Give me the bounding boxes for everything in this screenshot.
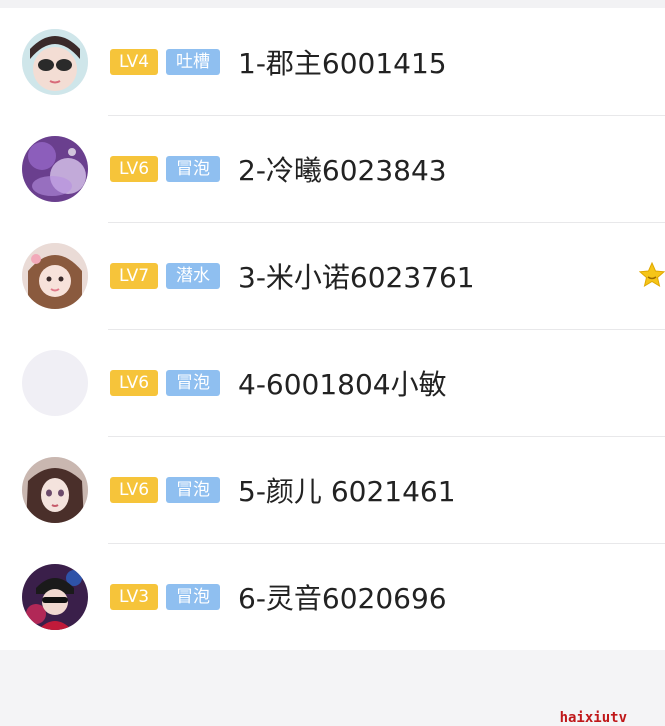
member-name: 3-米小诺6023761: [238, 260, 475, 294]
top-strip: [0, 0, 665, 8]
tag-badge: 冒泡: [166, 476, 220, 503]
list-item[interactable]: LV6 冒泡 5-颜儿 6021461: [0, 436, 665, 543]
list-item[interactable]: LV3 冒泡 6-灵音6020696: [0, 543, 665, 650]
level-badge: LV7: [110, 262, 158, 289]
avatar[interactable]: [22, 242, 88, 309]
tag-badge: 冒泡: [166, 155, 220, 182]
avatar[interactable]: [22, 563, 88, 630]
avatar[interactable]: [22, 349, 88, 416]
list-item[interactable]: LV6 冒泡 4-6001804小敏: [0, 329, 665, 436]
list-item[interactable]: LV7 潜水 3-米小诺6023761: [0, 222, 665, 329]
bottom-area: haixiutv: [0, 650, 665, 726]
level-badge: LV4: [110, 48, 158, 75]
member-name: 4-6001804小敏: [238, 367, 447, 401]
avatar[interactable]: [22, 135, 88, 202]
tag-badge: 吐槽: [166, 48, 220, 75]
avatar-image: [22, 135, 88, 202]
list-item[interactable]: LV4 吐槽 1-郡主6001415: [0, 8, 665, 115]
avatar-image: [22, 28, 88, 95]
avatar[interactable]: [22, 28, 88, 95]
avatar-image: [22, 242, 88, 309]
avatar-image: [22, 563, 88, 630]
member-name: 6-灵音6020696: [238, 581, 447, 615]
level-badge: LV6: [110, 476, 158, 503]
tag-badge: 冒泡: [166, 369, 220, 396]
member-name: 2-冷曦6023843: [238, 153, 447, 187]
member-name: 5-颜儿 6021461: [238, 474, 456, 508]
avatar[interactable]: [22, 456, 88, 523]
level-badge: LV6: [110, 369, 158, 396]
member-list: LV4 吐槽 1-郡主6001415 LV6 冒泡 2-冷曦6023843 LV…: [0, 8, 665, 650]
member-name: 1-郡主6001415: [238, 46, 447, 80]
avatar-image: [22, 456, 88, 523]
tag-badge: 潜水: [166, 262, 220, 289]
star-icon: [639, 262, 665, 288]
level-badge: LV3: [110, 583, 158, 610]
watermark: haixiutv: [559, 710, 627, 726]
tag-badge: 冒泡: [166, 583, 220, 610]
level-badge: LV6: [110, 155, 158, 182]
list-item[interactable]: LV6 冒泡 2-冷曦6023843: [0, 115, 665, 222]
